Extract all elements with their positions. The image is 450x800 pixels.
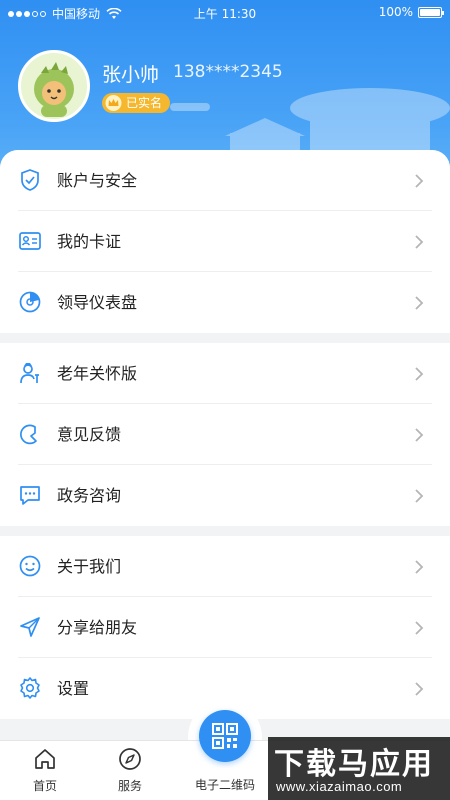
menu-item-label: 我的卡证 (57, 232, 122, 251)
profile-header: 中国移动 上午 11:30 100% 张小帅 138****2345 已实名 (0, 0, 450, 175)
menu-item-label: 设置 (57, 679, 90, 698)
crown-icon (105, 95, 122, 111)
menu-item-label: 领导仪表盘 (57, 293, 138, 312)
tab-service[interactable]: 服务 (85, 741, 175, 800)
battery-status: 100% (378, 5, 444, 19)
dashboard-icon (19, 291, 41, 313)
menu-item-share[interactable]: 分享给朋友 (0, 597, 450, 658)
share-icon (20, 617, 40, 637)
verified-badge: 已实名 (102, 93, 171, 113)
menu-group-services: 老年关怀版 意见反馈 政务咨询 (0, 343, 450, 526)
menu-item-account-security[interactable]: 账户与安全 (0, 150, 450, 211)
menu-item-about-us[interactable]: 关于我们 (0, 536, 450, 597)
menu-sheet: 账户与安全 我的卡证 领导仪表盘 老年关怀版 意见反馈 政务咨询 关于我们 分享… (0, 150, 450, 742)
feedback-icon (20, 424, 37, 445)
chevron-right-icon (415, 489, 424, 503)
chevron-right-icon (415, 682, 424, 696)
menu-item-label: 意见反馈 (57, 425, 122, 444)
chevron-right-icon (415, 235, 424, 249)
tab-home-label: 首页 (32, 779, 57, 793)
elderly-icon (20, 363, 39, 384)
home-icon (35, 749, 55, 769)
chevron-right-icon (415, 367, 424, 381)
gear-icon (20, 677, 40, 699)
verified-label: 已实名 (126, 96, 163, 110)
id-card-icon (19, 232, 41, 250)
watermark: 下载马应用 www.xiazaimao.com (268, 737, 450, 800)
menu-item-label: 政务咨询 (57, 486, 122, 505)
chevron-right-icon (415, 621, 424, 635)
menu-item-label: 关于我们 (57, 557, 122, 576)
menu-item-consultation[interactable]: 政务咨询 (0, 465, 450, 526)
qr-code-button[interactable] (199, 710, 251, 762)
tab-service-label: 服务 (117, 779, 142, 793)
compass-icon (119, 748, 141, 770)
shield-check-icon (21, 169, 39, 191)
menu-item-leader-dashboard[interactable]: 领导仪表盘 (0, 272, 450, 333)
watermark-title: 下载马应用 (274, 747, 434, 782)
battery-percent: 100% (378, 5, 413, 19)
menu-item-elderly-mode[interactable]: 老年关怀版 (0, 343, 450, 404)
menu-item-label: 分享给朋友 (57, 618, 138, 637)
menu-group-account: 账户与安全 我的卡证 领导仪表盘 (0, 150, 450, 333)
dinosaur-avatar-icon (34, 62, 74, 117)
menu-item-my-cards[interactable]: 我的卡证 (0, 211, 450, 272)
watermark-url: www.xiazaimao.com (276, 779, 403, 794)
smile-icon (19, 555, 41, 577)
chevron-right-icon (415, 428, 424, 442)
status-bar: 中国移动 上午 11:30 100% (0, 0, 450, 24)
tab-home[interactable]: 首页 (0, 741, 90, 800)
chat-icon (20, 486, 40, 505)
qr-code-icon (212, 723, 238, 749)
user-name: 张小帅 (102, 64, 160, 86)
chevron-right-icon (415, 560, 424, 574)
menu-item-label: 账户与安全 (57, 171, 138, 190)
avatar[interactable] (18, 50, 90, 122)
chevron-right-icon (415, 174, 424, 188)
menu-item-feedback[interactable]: 意见反馈 (0, 404, 450, 465)
menu-group-about: 关于我们 分享给朋友 设置 (0, 536, 450, 719)
tab-qrcode-label: 电子二维码 (194, 778, 255, 792)
user-phone: 138****2345 (173, 62, 283, 82)
menu-item-label: 老年关怀版 (57, 364, 138, 383)
chevron-right-icon (415, 296, 424, 310)
battery-icon (418, 6, 444, 18)
